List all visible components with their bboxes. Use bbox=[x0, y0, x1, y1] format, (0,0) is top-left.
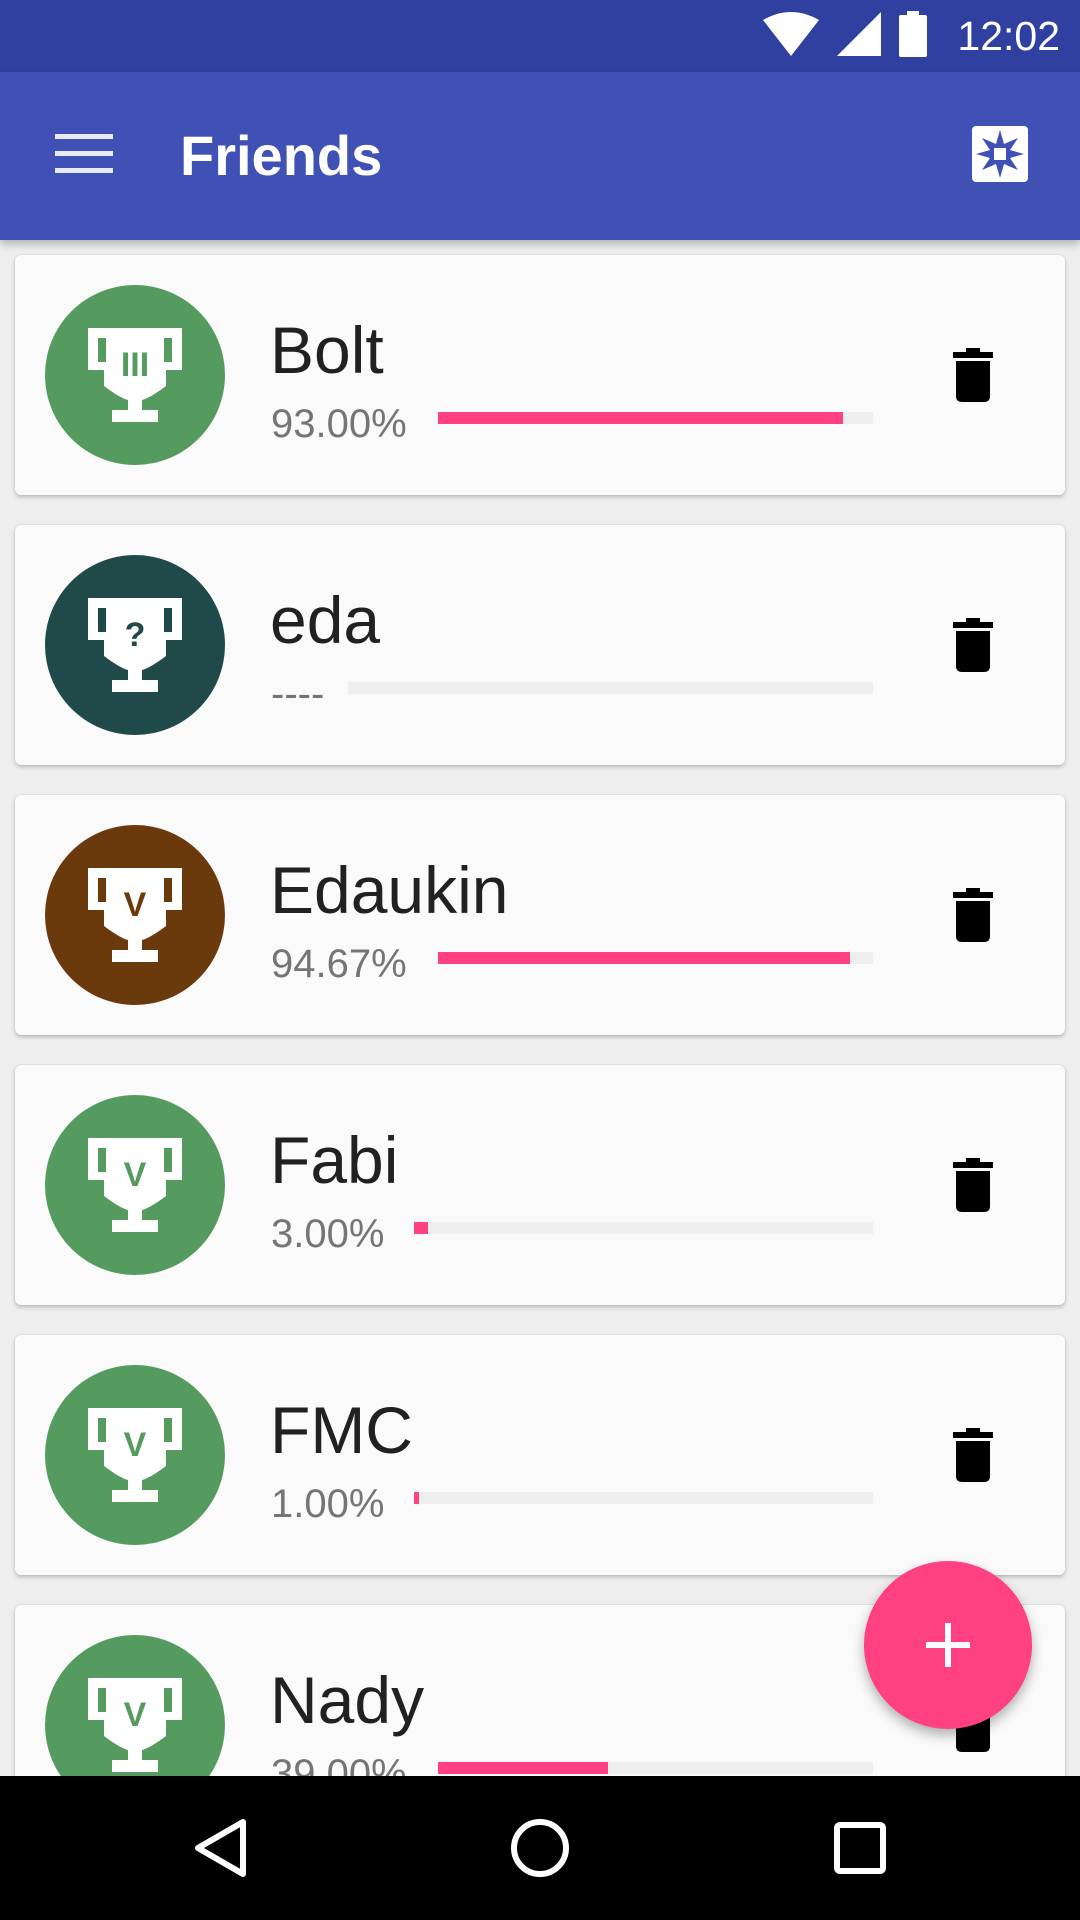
back-button[interactable] bbox=[160, 1788, 280, 1908]
avatar: ? bbox=[45, 555, 225, 735]
friend-card[interactable]: V FMC 1.00% bbox=[15, 1335, 1065, 1575]
delete-button[interactable] bbox=[941, 883, 1005, 947]
recents-icon bbox=[834, 1822, 886, 1874]
progress-fill bbox=[438, 952, 850, 964]
delete-button[interactable] bbox=[941, 343, 1005, 407]
status-time: 12:02 bbox=[957, 12, 1060, 59]
friend-name: Fabi bbox=[270, 1123, 399, 1197]
friend-card[interactable]: ? eda ---- bbox=[15, 525, 1065, 765]
signal-icon bbox=[837, 11, 882, 61]
menu-button[interactable] bbox=[40, 116, 128, 196]
trophy-icon: V bbox=[88, 1138, 182, 1232]
scan-code-button[interactable] bbox=[960, 116, 1040, 196]
badge-label: V bbox=[124, 886, 147, 924]
progress-bar bbox=[348, 682, 873, 694]
progress-bar bbox=[438, 412, 873, 424]
trash-icon bbox=[953, 1428, 993, 1482]
friend-name: eda bbox=[270, 583, 381, 657]
plus-icon bbox=[926, 1623, 970, 1667]
wifi-icon bbox=[763, 11, 820, 61]
progress-bar bbox=[438, 952, 873, 964]
navigation-bar bbox=[0, 1776, 1080, 1920]
add-friend-button[interactable] bbox=[864, 1561, 1032, 1729]
progress-bar bbox=[438, 1762, 873, 1774]
badge-label: V bbox=[124, 1426, 147, 1464]
avatar: V bbox=[45, 1365, 225, 1545]
progress-fill bbox=[414, 1222, 428, 1234]
menu-icon bbox=[55, 133, 113, 179]
trophy-icon: V bbox=[88, 1678, 182, 1772]
friend-name: Bolt bbox=[270, 313, 384, 387]
friend-card[interactable]: III Bolt 93.00% bbox=[15, 255, 1065, 495]
progress-bar bbox=[414, 1222, 873, 1234]
page-title: Friends bbox=[180, 124, 383, 187]
friend-percent: 94.67% bbox=[271, 942, 407, 986]
trophy-icon: V bbox=[88, 1408, 182, 1502]
avatar: V bbox=[45, 825, 225, 1005]
app-bar: Friends bbox=[0, 72, 1080, 240]
trophy-icon: V bbox=[88, 868, 182, 962]
badge-label: V bbox=[124, 1156, 147, 1194]
trash-icon bbox=[953, 348, 993, 402]
avatar: III bbox=[45, 285, 225, 465]
trash-icon bbox=[953, 888, 993, 942]
delete-button[interactable] bbox=[941, 613, 1005, 677]
status-bar: 12:02 bbox=[0, 0, 1080, 72]
avatar: V bbox=[45, 1095, 225, 1275]
home-icon bbox=[511, 1819, 569, 1877]
friend-percent: 3.00% bbox=[271, 1212, 385, 1256]
progress-fill bbox=[438, 412, 843, 424]
friend-percent: 93.00% bbox=[271, 402, 407, 446]
progress-fill bbox=[414, 1492, 419, 1504]
back-icon bbox=[195, 1819, 246, 1877]
avatar: V bbox=[45, 1635, 225, 1776]
battery-icon bbox=[899, 10, 928, 62]
friend-percent: 1.00% bbox=[271, 1482, 385, 1526]
friend-name: FMC bbox=[270, 1393, 413, 1467]
home-button[interactable] bbox=[480, 1788, 600, 1908]
delete-button[interactable] bbox=[941, 1423, 1005, 1487]
trash-icon bbox=[953, 1158, 993, 1212]
badge-label: III bbox=[121, 346, 149, 384]
badge-label: V bbox=[124, 1696, 147, 1734]
trophy-icon: III bbox=[88, 328, 182, 422]
friend-card[interactable]: V Fabi 3.00% bbox=[15, 1065, 1065, 1305]
trash-icon bbox=[953, 618, 993, 672]
progress-bar bbox=[414, 1492, 873, 1504]
friends-list[interactable]: III Bolt 93.00% ? eda ---- V Edaukin 94.… bbox=[0, 240, 1080, 1776]
scan-code-icon bbox=[972, 125, 1028, 187]
badge-label: ? bbox=[125, 616, 146, 654]
friend-name: Nady bbox=[270, 1663, 425, 1737]
friend-name: Edaukin bbox=[270, 853, 509, 927]
delete-button[interactable] bbox=[941, 1153, 1005, 1217]
recents-button[interactable] bbox=[800, 1788, 920, 1908]
progress-fill bbox=[438, 1762, 608, 1774]
status-icons: 12:02 bbox=[763, 0, 1060, 72]
trophy-icon: ? bbox=[88, 598, 182, 692]
friend-card[interactable]: V Edaukin 94.67% bbox=[15, 795, 1065, 1035]
friend-percent: 39.00% bbox=[271, 1752, 407, 1776]
friend-percent: ---- bbox=[271, 672, 325, 716]
